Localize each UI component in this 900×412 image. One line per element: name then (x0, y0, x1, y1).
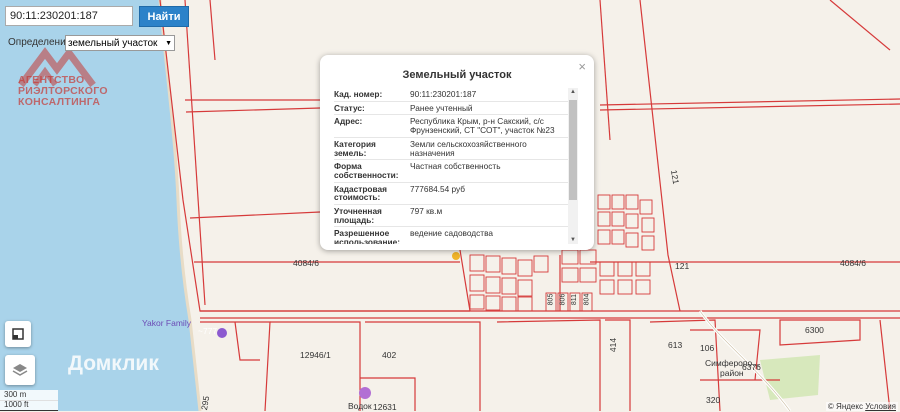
row-key: Уточненная площадь: (334, 206, 382, 225)
label-320: 320 (706, 395, 721, 405)
row-key: Адрес: (334, 116, 363, 127)
label-777: ~777 (198, 326, 218, 336)
label-402: 402 (382, 350, 397, 360)
row-value: ведение садоводства (410, 228, 494, 239)
label-simferopol: Симферопо... (705, 358, 760, 368)
label-6300: 6300 (805, 325, 824, 335)
search-button[interactable]: Найти (139, 6, 189, 27)
map-copyright: © Яндекс Условия (825, 402, 898, 411)
label-806: 806 (559, 293, 567, 306)
table-row: Статус: Ранее учтенный (334, 102, 568, 116)
label-805: 805 (547, 293, 555, 306)
chevron-down-icon: ▼ (165, 39, 172, 47)
label-613: 613 (668, 340, 683, 350)
table-row: Адрес: Республика Крым, р-н Сакский, с/с… (334, 115, 568, 138)
row-key: Разрешенное использование: (334, 228, 401, 244)
label-raion: район (720, 368, 744, 378)
label-12946: 12946/1 (300, 350, 331, 360)
label-121-b: 121 (675, 261, 690, 271)
scale-imperial: 1000 ft (0, 400, 58, 411)
row-key: Кад. номер: (334, 89, 383, 99)
domclick-watermark: Домклик (68, 352, 159, 375)
scroll-up-icon[interactable]: ▲ (570, 89, 576, 95)
row-value: Частная собственность (410, 161, 501, 172)
definition-selected: земельный участок (68, 37, 158, 49)
label-811: 811 (571, 293, 579, 306)
label-vodok: Водок (348, 401, 372, 411)
label-414: 414 (608, 337, 619, 353)
row-key: Категория земель: (334, 138, 376, 158)
row-key: Форма собственности: (334, 161, 399, 180)
info-popup: Земельный участок × Кад. номер: 90:11:23… (320, 55, 594, 250)
popup-table: Кад. номер: 90:11:230201:187 Статус: Ран… (334, 88, 568, 244)
row-key: Кадастровая стоимость: (334, 183, 387, 203)
table-row: Уточненная площадь: 797 кв.м (334, 205, 568, 228)
fullscreen-button[interactable] (5, 321, 31, 347)
label-106: 106 (700, 343, 715, 353)
definition-select[interactable]: земельный участок ▼ (65, 35, 175, 51)
fullscreen-icon (12, 328, 24, 340)
row-value: 90:11:230201:187 (410, 89, 477, 99)
scroll-down-icon[interactable]: ▼ (570, 237, 576, 243)
logo-line3: КОНСАЛТИНГА (18, 96, 101, 108)
table-row: Кадастровая стоимость: 777684.54 руб (334, 183, 568, 206)
label-4084-right: 4084/6 (840, 258, 866, 268)
table-row: Категория земель: Земли сельскохозяйстве… (334, 138, 568, 161)
table-row: Форма собственности: Частная собственнос… (334, 160, 568, 183)
search-input[interactable] (5, 6, 133, 26)
scroll-thumb[interactable] (569, 100, 577, 200)
row-value: Республика Крым, р-н Сакский, с/с Фрунзе… (410, 116, 555, 136)
row-key: Статус: (334, 102, 365, 113)
row-value: 777684.54 руб (410, 183, 466, 194)
label-yakor-family[interactable]: Yakor Family (142, 318, 191, 328)
popup-title: Земельный участок (402, 69, 512, 81)
popup-scrollbar[interactable]: ▲ ▼ (568, 88, 578, 244)
definition-label: Определение (8, 37, 72, 48)
row-value: Земли сельскохозяйственного назначения (410, 138, 527, 158)
table-row: Кад. номер: 90:11:230201:187 (334, 88, 568, 102)
label-804: 804 (583, 293, 591, 306)
table-row: Разрешенное использование: ведение садов… (334, 227, 568, 244)
label-4084-left: 4084/6 (293, 258, 319, 268)
row-value: Ранее учтенный (410, 102, 473, 113)
close-icon[interactable]: × (578, 59, 586, 74)
terms-link[interactable]: Условия (865, 402, 896, 411)
copyright-text: © Яндекс (827, 402, 863, 411)
layers-button[interactable] (5, 355, 35, 385)
row-value: 797 кв.м (410, 206, 443, 217)
layers-icon (12, 364, 28, 376)
